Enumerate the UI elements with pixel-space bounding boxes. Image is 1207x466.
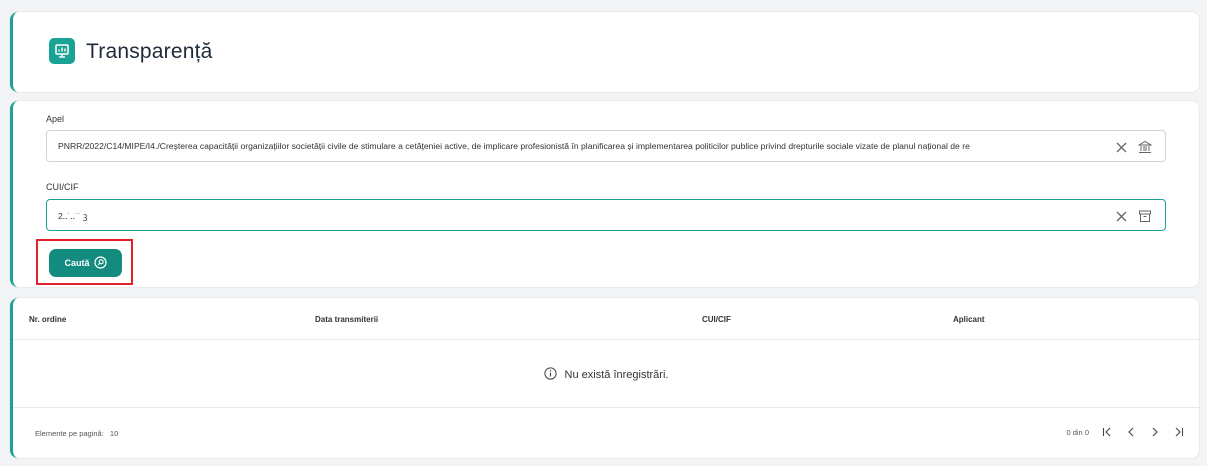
cui-label: CUI/CIF bbox=[46, 182, 79, 192]
empty-state: Nu există înregistrări. bbox=[13, 367, 1199, 383]
empty-message: Nu există înregistrări. bbox=[564, 369, 669, 381]
column-header-cui: CUI/CIF bbox=[702, 315, 731, 324]
header-divider bbox=[13, 339, 1199, 340]
highlight-frame bbox=[36, 239, 133, 285]
page-size-select[interactable]: 10 bbox=[110, 429, 118, 438]
clear-icon[interactable] bbox=[1113, 139, 1129, 155]
search-form-card: Apel PNRR/2022/C14/MIPE/I4./Creșterea ca… bbox=[10, 101, 1199, 287]
cui-field[interactable]: 2‥˙‥˙˙ ꝫ bbox=[46, 199, 1166, 231]
apel-label: Apel bbox=[46, 114, 65, 124]
column-header-nr: Nr. ordine bbox=[29, 315, 67, 324]
footer-divider bbox=[13, 407, 1199, 408]
last-page-icon[interactable] bbox=[1173, 424, 1185, 440]
results-table-card: Nr. ordine Data transmiterii CUI/CIF Apl… bbox=[10, 298, 1199, 458]
header-card: Transparență bbox=[10, 12, 1199, 92]
page-title: Transparență bbox=[86, 40, 213, 63]
clear-icon[interactable] bbox=[1113, 208, 1129, 224]
institution-icon[interactable] bbox=[1137, 139, 1153, 155]
page-size: Elemente pe pagină: 10 bbox=[35, 429, 118, 438]
cui-value: 2‥˙‥˙˙ ꝫ bbox=[58, 211, 88, 221]
page-range: 0 din 0 bbox=[1066, 427, 1089, 437]
apel-field[interactable]: PNRR/2022/C14/MIPE/I4./Creșterea capacit… bbox=[46, 130, 1166, 162]
previous-page-icon[interactable] bbox=[1125, 424, 1137, 440]
apel-value: PNRR/2022/C14/MIPE/I4./Creșterea capacit… bbox=[58, 141, 970, 151]
column-header-aplicant: Aplicant bbox=[953, 315, 985, 324]
presentation-icon bbox=[49, 38, 75, 64]
next-page-icon[interactable] bbox=[1149, 424, 1161, 440]
page-size-label: Elemente pe pagină: bbox=[35, 429, 104, 438]
pagination: 0 din 0 bbox=[1066, 424, 1185, 440]
archive-icon[interactable] bbox=[1137, 208, 1153, 224]
column-header-data: Data transmiterii bbox=[315, 315, 379, 324]
first-page-icon[interactable] bbox=[1101, 424, 1113, 440]
info-icon bbox=[543, 367, 557, 383]
